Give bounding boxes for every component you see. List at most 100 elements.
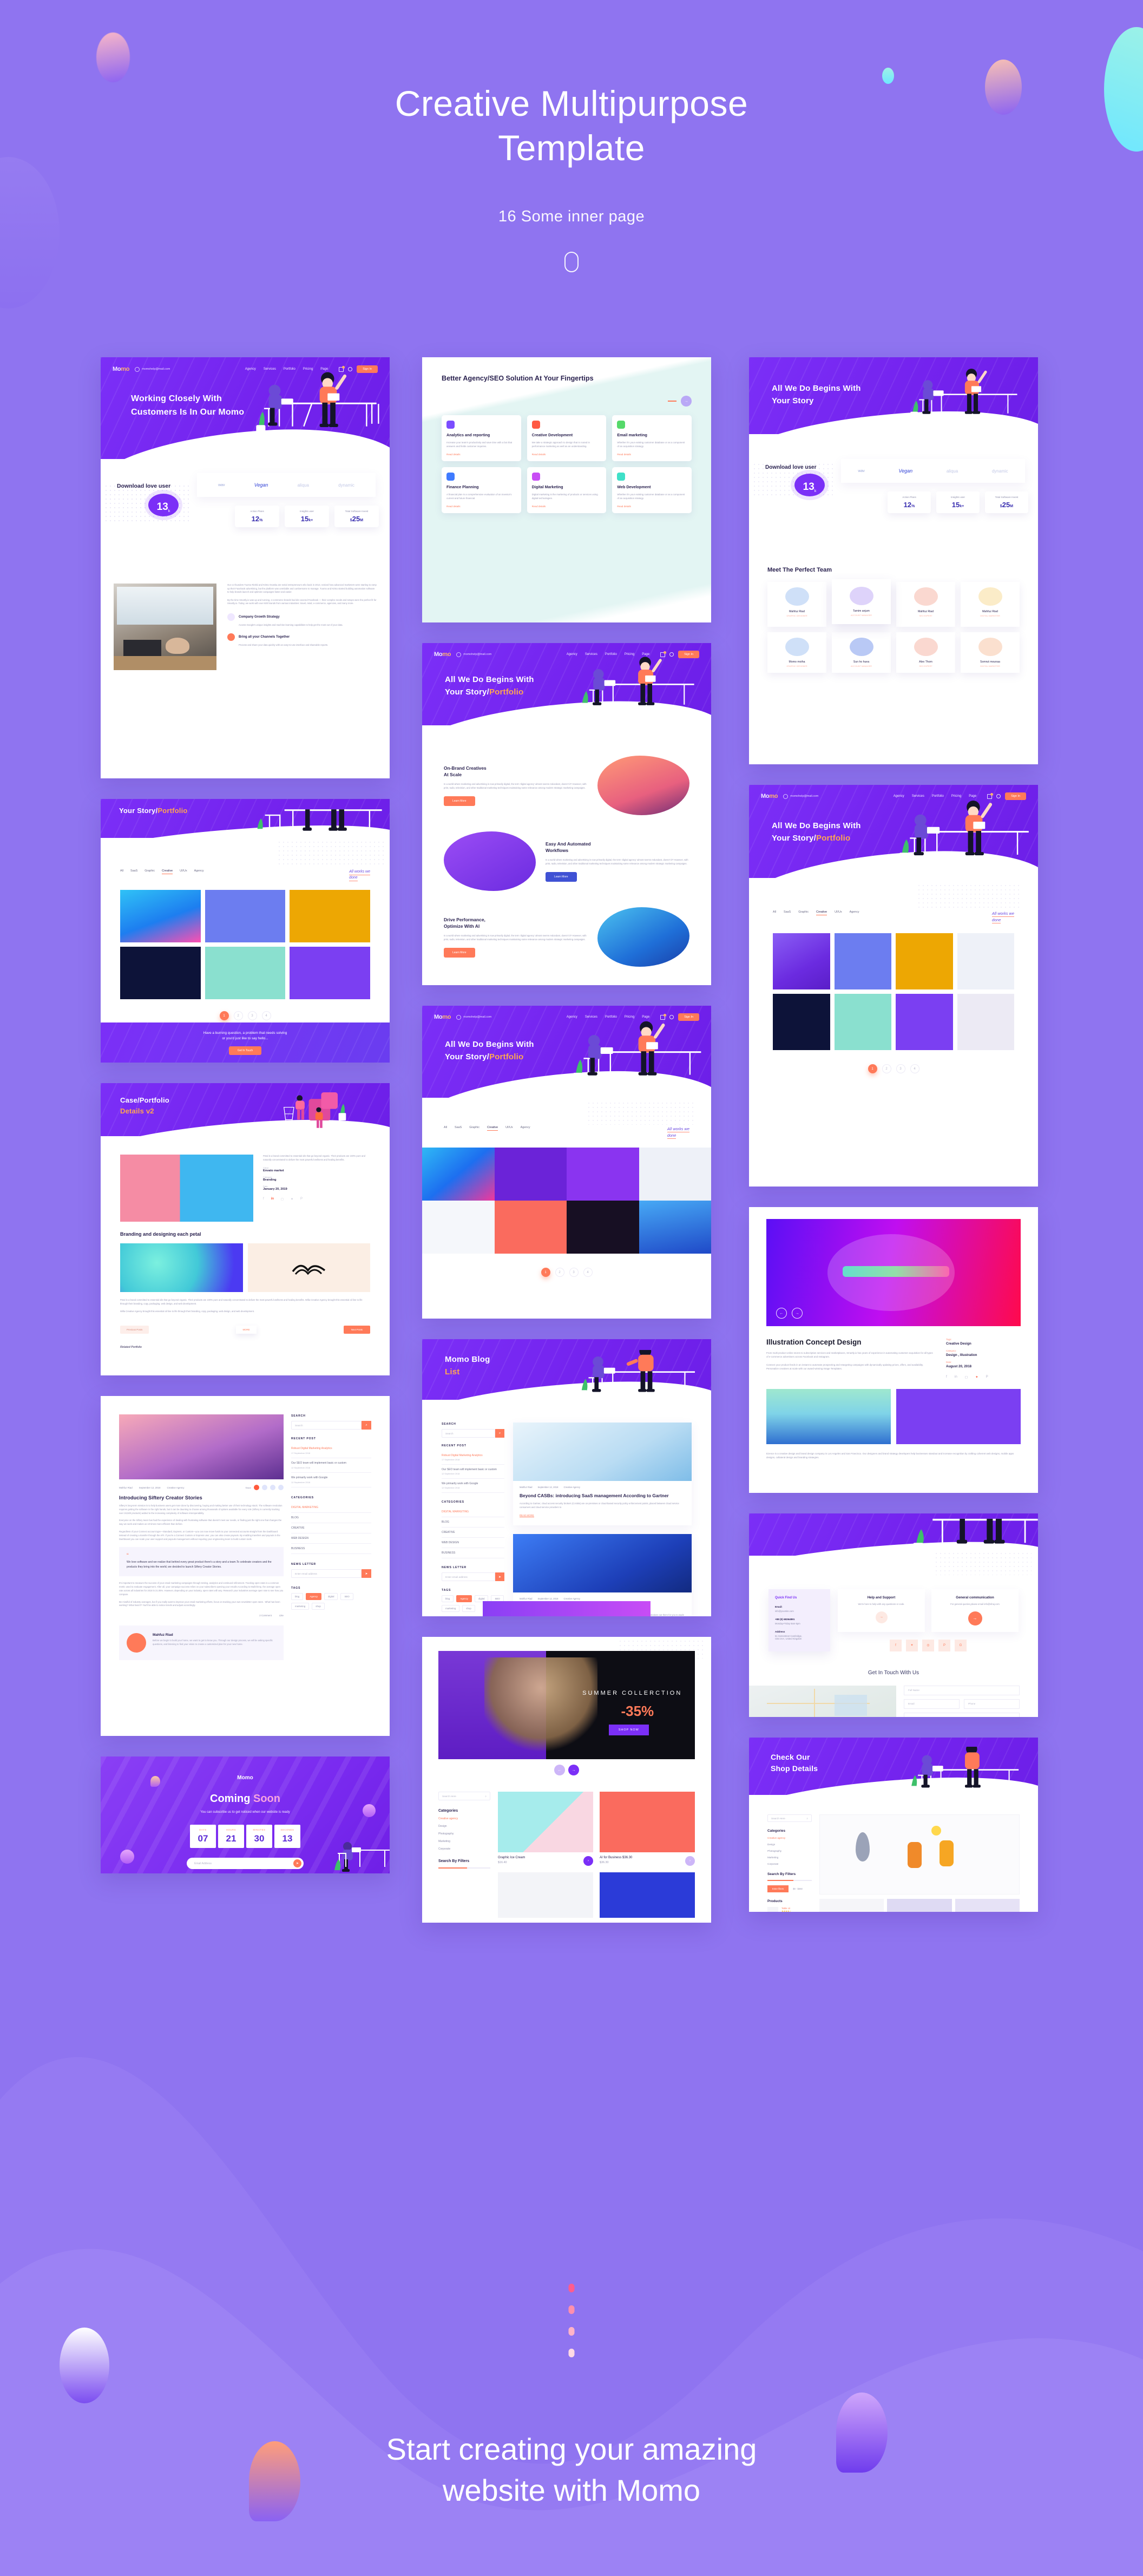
shop-banner[interactable]: SUMMER COLLERCTION -35% SHOP NOW xyxy=(438,1651,695,1759)
facebook-icon[interactable] xyxy=(254,1485,259,1490)
category-item[interactable]: Corporate xyxy=(767,1863,812,1865)
contact-email[interactable]: momohelp@mail.com xyxy=(456,1014,491,1020)
more-button[interactable]: MORE xyxy=(236,1325,257,1334)
portfolio-tile[interactable] xyxy=(567,1148,639,1201)
social-links[interactable]: f in ◻ ✦ P xyxy=(263,1197,370,1201)
page-2[interactable]: 2 xyxy=(233,1011,243,1020)
brand-logo[interactable]: Momo xyxy=(434,1014,451,1020)
filter-agency[interactable]: Agency xyxy=(850,910,859,915)
category-item[interactable]: Photography xyxy=(767,1850,812,1852)
category-item[interactable]: BUSINESS xyxy=(442,1548,504,1558)
search-input[interactable]: Search Here ⌕ xyxy=(438,1792,490,1800)
search-icon[interactable] xyxy=(996,794,1001,798)
pinterest-icon[interactable]: P xyxy=(986,1375,988,1379)
team-member-card[interactable]: Mahfuz Riad GRAPHIC DESIGNER xyxy=(767,582,826,627)
preview-about-detail[interactable]: Momo momohelp@mail.com Agency Services P… xyxy=(422,643,711,985)
newsletter-submit-button[interactable]: ➤ xyxy=(495,1572,504,1581)
filter-creative[interactable]: Creative xyxy=(162,869,173,874)
recent-post-item[interactable]: Robust Digital Marketing Analytics 17 Se… xyxy=(442,1451,504,1465)
portfolio-tile[interactable] xyxy=(494,1148,567,1201)
learn-more-button[interactable]: Learn More xyxy=(546,872,577,882)
filter-button[interactable]: Enter filters xyxy=(767,1885,789,1892)
filter-uiux[interactable]: UI/Ux xyxy=(835,910,842,915)
product-thumbnails[interactable] xyxy=(819,1899,1020,1912)
price-slider[interactable] xyxy=(767,1880,812,1881)
portfolio-tile[interactable] xyxy=(896,994,953,1050)
nav-item-agency[interactable]: Agency xyxy=(894,795,904,798)
learn-more-button[interactable]: Learn More xyxy=(444,796,475,807)
nav-item-agency[interactable]: Agency xyxy=(567,653,577,656)
facebook-icon[interactable]: f xyxy=(946,1375,947,1379)
twitter-icon[interactable]: ✦ xyxy=(906,1639,918,1651)
post-title[interactable]: Beyond CASBs: introducing SaaS managemen… xyxy=(520,1492,685,1499)
product-thumb[interactable] xyxy=(887,1899,952,1912)
nav-item-portfolio[interactable]: Portfolio xyxy=(932,795,944,798)
tag-agency[interactable]: Agency xyxy=(306,1593,321,1600)
get-in-touch-button[interactable]: Get In Touch xyxy=(228,1046,262,1055)
contact-email[interactable]: momohelp@mail.com xyxy=(456,652,491,657)
preview-contact[interactable]: Quick Find Us Email: info@yoursite.com +… xyxy=(749,1513,1038,1717)
twitter-icon[interactable]: ✦ xyxy=(975,1375,978,1379)
add-to-cart-button[interactable]: › xyxy=(583,1856,593,1866)
filter-saas[interactable]: SaaS xyxy=(130,869,137,874)
twitter-icon[interactable]: ✦ xyxy=(291,1197,293,1201)
search-icon[interactable] xyxy=(669,652,674,657)
tag-shop[interactable]: shop xyxy=(312,1603,325,1610)
recent-post-item[interactable]: We primarily work with Google 12 Septemb… xyxy=(442,1479,504,1493)
facebook-icon[interactable]: f xyxy=(890,1639,902,1651)
filter-saas[interactable]: SaaS xyxy=(784,910,791,915)
contact-email[interactable]: momohelp@mail.com xyxy=(135,366,170,372)
portfolio-tile[interactable] xyxy=(422,1201,495,1254)
search-input[interactable]: Search xyxy=(442,1429,495,1438)
nav-item-page[interactable]: Page xyxy=(642,653,649,656)
learn-more-button[interactable]: Learn More xyxy=(444,948,475,958)
product-card[interactable] xyxy=(498,1872,593,1918)
filter-all[interactable]: All xyxy=(120,869,123,874)
nav-item-page[interactable]: Page xyxy=(969,795,976,798)
signin-button[interactable]: Sign In xyxy=(678,1013,699,1021)
linkedin-icon[interactable]: in xyxy=(955,1375,957,1379)
dribbble-icon[interactable]: ◎ xyxy=(922,1639,934,1651)
category-item[interactable]: Creative agency xyxy=(438,1817,490,1820)
nav-item-services[interactable]: Services xyxy=(912,795,924,798)
team-member-card[interactable]: Somrut mounaa DIGITAL MARKETER xyxy=(961,632,1020,673)
nav-tools[interactable]: Sign In xyxy=(660,651,699,658)
service-card[interactable]: Creative Development We take a strategic… xyxy=(527,415,607,461)
brand-logo[interactable]: Momo xyxy=(113,366,130,372)
portfolio-tile[interactable] xyxy=(422,1148,495,1201)
tag-marketing[interactable]: marketing xyxy=(291,1603,310,1610)
nav-item-agency[interactable]: Agency xyxy=(245,368,256,371)
team-member-card[interactable]: Alex Thom SEO EXPERT xyxy=(896,632,955,673)
tag-blog[interactable]: blog xyxy=(291,1593,304,1600)
nav-tools[interactable]: Sign In xyxy=(987,792,1026,800)
twitter-icon[interactable] xyxy=(270,1485,275,1490)
email-input[interactable]: Email xyxy=(904,1699,960,1709)
filter-uiux[interactable]: UI/Ux xyxy=(505,1126,513,1131)
help-arrow-button[interactable]: → xyxy=(875,1611,888,1623)
preview-portfolio-story-alt[interactable]: Momo momohelp@mail.com Agency Services P… xyxy=(749,785,1038,1187)
previous-posts-button[interactable]: Previous Posts xyxy=(120,1325,149,1334)
cart-icon[interactable] xyxy=(660,651,667,657)
nav-item-portfolio[interactable]: Portfolio xyxy=(605,653,617,656)
price-slider[interactable] xyxy=(438,1867,490,1869)
service-card[interactable]: Analytics and reporting Increase your te… xyxy=(442,415,521,461)
preview-shop-list[interactable]: SUMMER COLLERCTION -35% SHOP NOW ← → Sea… xyxy=(422,1637,711,1923)
portfolio-tile[interactable] xyxy=(957,994,1014,1050)
filter-graphic[interactable]: Graphic xyxy=(798,910,809,915)
preview-portfolio-story[interactable]: Your Story/Portfolio All SaaS Graphic Cr… xyxy=(101,799,390,1063)
next-arrow-button[interactable]: → xyxy=(568,1765,579,1775)
service-card[interactable]: Web Development Whether it's your existi… xyxy=(612,467,692,513)
team-member-card[interactable]: Tamim anjum ACCOUNT MANAGER xyxy=(832,579,891,624)
search-icon[interactable] xyxy=(669,1015,674,1019)
phone-input[interactable]: Phone xyxy=(964,1699,1020,1709)
recent-post-item[interactable]: Our SEO team will implement basic or cus… xyxy=(442,1465,504,1479)
search-input[interactable]: Search Here ⌕ xyxy=(767,1814,812,1822)
search-button[interactable]: ⌕ xyxy=(362,1421,371,1430)
filter-graphic[interactable]: Graphic xyxy=(469,1126,479,1131)
filter-saas[interactable]: SaaS xyxy=(455,1126,462,1131)
pagination[interactable]: 1 2 3 4 xyxy=(422,1268,711,1277)
brand-logo[interactable]: Momo xyxy=(434,651,451,658)
email-input[interactable]: Email Address xyxy=(194,1862,293,1865)
category-item[interactable]: CREATIVE xyxy=(291,1523,371,1533)
preview-illustration-detail[interactable]: ← → Illustration Concept Design From mul… xyxy=(749,1207,1038,1493)
